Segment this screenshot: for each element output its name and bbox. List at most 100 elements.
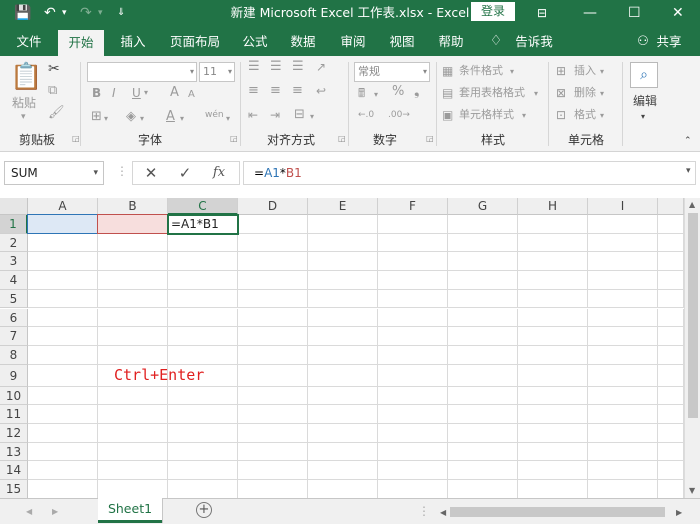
grow-font-button[interactable]: A bbox=[170, 86, 179, 100]
cell-b15[interactable] bbox=[98, 480, 168, 498]
cell-f9[interactable] bbox=[378, 364, 448, 387]
cell-d11[interactable] bbox=[238, 405, 308, 424]
insert-cells-icon[interactable]: ⊞ bbox=[556, 64, 566, 78]
row-header-10[interactable]: 10 bbox=[0, 386, 28, 406]
cell-b7[interactable] bbox=[98, 327, 168, 346]
merge-dropdown-icon[interactable]: ▾ bbox=[310, 110, 314, 124]
cell-filler[interactable] bbox=[658, 289, 684, 309]
cell-i15[interactable] bbox=[588, 480, 658, 498]
row-header-2[interactable]: 2 bbox=[0, 233, 28, 253]
row-header-8[interactable]: 8 bbox=[0, 345, 28, 365]
cell-filler[interactable] bbox=[658, 442, 684, 462]
cell-e6[interactable] bbox=[308, 308, 378, 328]
cell-h8[interactable] bbox=[518, 345, 588, 365]
paste-label[interactable]: 粘贴 bbox=[12, 96, 36, 110]
tab-help[interactable]: 帮助 bbox=[428, 27, 474, 56]
select-all-button[interactable] bbox=[0, 198, 28, 215]
cell-b10[interactable] bbox=[98, 386, 168, 406]
cell-c8[interactable] bbox=[168, 345, 238, 365]
cell-b5[interactable] bbox=[98, 289, 168, 309]
cell-f3[interactable] bbox=[378, 252, 448, 272]
cell-d14[interactable] bbox=[238, 461, 308, 481]
cell-filler[interactable] bbox=[658, 308, 684, 328]
sheet-tab-sheet1[interactable]: Sheet1 bbox=[98, 498, 162, 523]
cell-f14[interactable] bbox=[378, 461, 448, 481]
alignment-launcher-icon[interactable]: ◲ bbox=[338, 134, 346, 143]
cell-d4[interactable] bbox=[238, 271, 308, 290]
scroll-up-icon[interactable]: ▲ bbox=[689, 200, 695, 209]
cell-h5[interactable] bbox=[518, 289, 588, 309]
cancel-icon[interactable]: ✕ bbox=[139, 164, 163, 182]
align-center-icon[interactable]: ≡ bbox=[270, 84, 281, 98]
decrease-indent-icon[interactable]: ⇤ bbox=[248, 108, 258, 122]
cell-e13[interactable] bbox=[308, 442, 378, 462]
cell-h7[interactable] bbox=[518, 327, 588, 346]
column-header-b[interactable]: B bbox=[98, 198, 168, 215]
cell-f2[interactable] bbox=[378, 233, 448, 253]
row-header-15[interactable]: 15 bbox=[0, 480, 28, 498]
cell-g9[interactable] bbox=[448, 364, 518, 387]
login-button[interactable]: 登录 bbox=[471, 2, 515, 21]
cell-i2[interactable] bbox=[588, 233, 658, 253]
cell-c5[interactable] bbox=[168, 289, 238, 309]
horizontal-scrollbar[interactable]: ◀ ▶ bbox=[438, 505, 686, 519]
cell-i6[interactable] bbox=[588, 308, 658, 328]
cell-a13[interactable] bbox=[28, 442, 98, 462]
enter-icon[interactable]: ✓ bbox=[173, 164, 197, 182]
font-color-dropdown-icon[interactable]: ▾ bbox=[180, 112, 184, 126]
cell-h3[interactable] bbox=[518, 252, 588, 272]
formula-input[interactable]: =A1*B1 bbox=[243, 161, 696, 185]
cell-g4[interactable] bbox=[448, 271, 518, 290]
row-header-4[interactable]: 4 bbox=[0, 271, 28, 290]
row-header-5[interactable]: 5 bbox=[0, 289, 28, 309]
cell-g10[interactable] bbox=[448, 386, 518, 406]
align-bottom-icon[interactable]: ☰ bbox=[292, 60, 304, 74]
row-header-3[interactable]: 3 bbox=[0, 252, 28, 272]
format-painter-icon[interactable]: 🖌 bbox=[48, 106, 65, 120]
cell-e2[interactable] bbox=[308, 233, 378, 253]
cell-g12[interactable] bbox=[448, 424, 518, 443]
search-icon[interactable]: ⌕ bbox=[630, 62, 658, 88]
expand-formula-bar-icon[interactable]: ▾ bbox=[686, 166, 691, 176]
cell-a8[interactable] bbox=[28, 345, 98, 365]
cut-icon[interactable]: ✂ bbox=[48, 62, 60, 76]
cell-d1[interactable] bbox=[238, 215, 308, 234]
cell-i9[interactable] bbox=[588, 364, 658, 387]
cell-d10[interactable] bbox=[238, 386, 308, 406]
align-right-icon[interactable]: ≡ bbox=[292, 84, 303, 98]
cell-h10[interactable] bbox=[518, 386, 588, 406]
cell-a2[interactable] bbox=[28, 233, 98, 253]
cell-d7[interactable] bbox=[238, 327, 308, 346]
underline-button[interactable]: U bbox=[132, 86, 141, 100]
format-cells-button[interactable]: 格式 bbox=[574, 108, 596, 122]
align-top-icon[interactable]: ☰ bbox=[248, 60, 260, 74]
cell-g1[interactable] bbox=[448, 215, 518, 234]
align-middle-icon[interactable]: ☰ bbox=[270, 60, 282, 74]
cell-e9[interactable] bbox=[308, 364, 378, 387]
percent-icon[interactable]: % bbox=[392, 85, 404, 99]
cell-g6[interactable] bbox=[448, 308, 518, 328]
column-header-f[interactable]: F bbox=[378, 198, 448, 215]
vertical-scroll-thumb[interactable] bbox=[688, 213, 698, 418]
fill-color-dropdown-icon[interactable]: ▾ bbox=[140, 112, 144, 126]
cell-filler[interactable] bbox=[658, 327, 684, 346]
cell-filler[interactable] bbox=[658, 424, 684, 443]
cell-d8[interactable] bbox=[238, 345, 308, 365]
cell-h11[interactable] bbox=[518, 405, 588, 424]
cell-b11[interactable] bbox=[98, 405, 168, 424]
align-left-icon[interactable]: ≡ bbox=[248, 84, 259, 98]
cell-g14[interactable] bbox=[448, 461, 518, 481]
tab-file[interactable]: 文件 bbox=[6, 27, 52, 56]
row-header-13[interactable]: 13 bbox=[0, 442, 28, 462]
paste-icon[interactable]: 📋 bbox=[10, 62, 42, 92]
cell-f7[interactable] bbox=[378, 327, 448, 346]
cell-a12[interactable] bbox=[28, 424, 98, 443]
font-size-combo[interactable]: 11 ▾ bbox=[199, 62, 235, 82]
tab-formulas[interactable]: 公式 bbox=[232, 27, 278, 56]
decrease-decimal-icon[interactable]: .00→ bbox=[388, 108, 410, 122]
tab-home[interactable]: 开始 bbox=[58, 30, 104, 56]
cell-i11[interactable] bbox=[588, 405, 658, 424]
cell-a10[interactable] bbox=[28, 386, 98, 406]
cell-e7[interactable] bbox=[308, 327, 378, 346]
accounting-format-icon[interactable]: 🖩 bbox=[358, 86, 365, 100]
